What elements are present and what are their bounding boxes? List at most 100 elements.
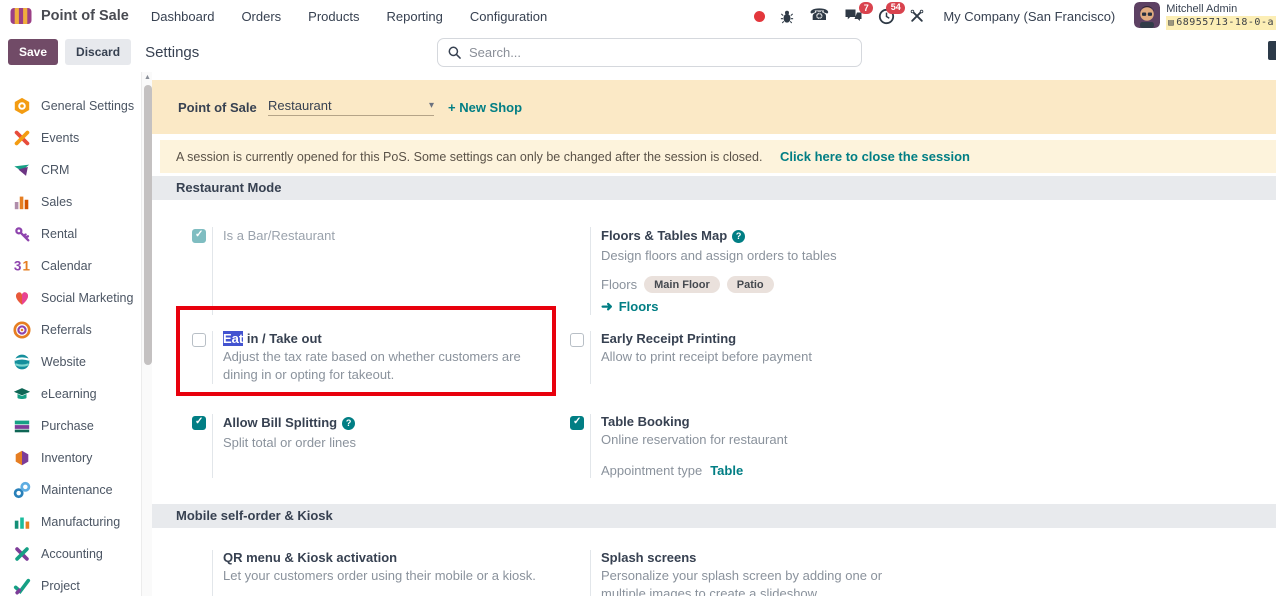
user-menu[interactable]: Mitchell Admin ▤68955713-18-0-a [1134, 2, 1276, 30]
check-icon [13, 577, 31, 595]
is-bar-checkbox [192, 229, 206, 243]
sidebar-item-elearning[interactable]: eLearning [0, 378, 152, 410]
sidebar-scrollbar[interactable]: ▲ [141, 72, 152, 596]
shop-select-value: Restaurant [268, 98, 332, 113]
shop-selector-label: Point of Sale [178, 100, 268, 115]
server-icon: ▤ [1168, 18, 1174, 28]
setting-bill-splitting: Allow Bill Splitting? Split total or ord… [192, 414, 570, 478]
section-header-kiosk: Mobile self-order & Kiosk [152, 504, 1276, 528]
help-icon[interactable]: ? [732, 230, 745, 243]
menu-configuration[interactable]: Configuration [470, 9, 547, 24]
manufacturing-icon [13, 513, 31, 531]
settings-sidebar: General Settings Events CRM Sales Rental… [0, 72, 152, 596]
sidebar-item-purchase[interactable]: Purchase [0, 410, 152, 442]
setting-early-receipt: Early Receipt Printing Allow to print re… [570, 331, 948, 384]
setting-table-booking: Table Booking Online reservation for res… [570, 414, 948, 478]
setting-splash-screens: Splash screens Personalize your splash s… [570, 550, 948, 596]
crm-icon [13, 161, 31, 179]
debug-bug-icon[interactable] [780, 9, 794, 24]
floors-field-label: Floors [601, 277, 637, 292]
svg-text:1: 1 [22, 259, 30, 274]
sidebar-item-accounting[interactable]: Accounting [0, 538, 152, 570]
sidebar-item-website[interactable]: Website [0, 346, 152, 378]
globe-icon [13, 353, 31, 371]
graduation-cap-icon [13, 385, 31, 403]
breadcrumb: Settings [145, 44, 199, 61]
sidebar-item-project[interactable]: Project [0, 570, 152, 596]
early-receipt-checkbox[interactable] [570, 333, 584, 347]
build-info: ▤68955713-18-0-a [1166, 16, 1276, 30]
scrollbar-thumb[interactable] [144, 85, 152, 365]
sidebar-item-sales[interactable]: Sales [0, 186, 152, 218]
pos-app-icon[interactable] [10, 7, 32, 26]
sidebar-item-manufacturing[interactable]: Manufacturing [0, 506, 152, 538]
eat-in-label: Eat in / Take out [223, 331, 570, 346]
sidebar-item-calendar[interactable]: 31 Calendar [0, 250, 152, 282]
hexagon-box-icon [13, 449, 31, 467]
target-icon [13, 321, 31, 339]
session-warning-banner: A session is currently opened for this P… [160, 140, 1276, 173]
voip-phone-icon[interactable]: ☎ [809, 8, 829, 24]
new-shop-button[interactable]: + New Shop [448, 100, 522, 115]
bill-splitting-checkbox[interactable] [192, 416, 206, 430]
sidebar-item-inventory[interactable]: Inventory [0, 442, 152, 474]
early-receipt-desc: Allow to print receipt before payment [601, 348, 948, 366]
svg-text:3: 3 [14, 259, 22, 274]
company-switcher[interactable]: My Company (San Francisco) [943, 9, 1115, 24]
sidebar-item-crm[interactable]: CRM [0, 154, 152, 186]
menu-reporting[interactable]: Reporting [386, 9, 442, 24]
bill-splitting-title: Allow Bill Splitting [223, 415, 337, 430]
save-button[interactable]: Save [8, 39, 58, 65]
main-menu: Dashboard Orders Products Reporting Conf… [151, 9, 547, 24]
app-name[interactable]: Point of Sale [41, 8, 129, 24]
messages-icon[interactable]: 7 [844, 8, 863, 24]
systray: ☎ 7 54 My Company (San Francisco) [744, 2, 1276, 30]
discard-button[interactable]: Discard [65, 39, 131, 65]
shop-select[interactable]: Restaurant ▾ [268, 98, 434, 116]
appointment-type-link[interactable]: Table [710, 463, 743, 478]
table-booking-checkbox[interactable] [570, 416, 584, 430]
is-bar-label: Is a Bar/Restaurant [223, 228, 335, 243]
qr-menu-desc: Let your customers order using their mob… [223, 567, 570, 585]
section-header-restaurant-mode: Restaurant Mode [152, 176, 1276, 200]
setting-qr-menu: QR menu & Kiosk activation Let your cust… [192, 550, 570, 596]
settings-content: Point of Sale Restaurant ▾ + New Shop A … [152, 72, 1276, 596]
sidebar-item-maintenance[interactable]: Maintenance [0, 474, 152, 506]
floor-tag-main-floor[interactable]: Main Floor [644, 276, 720, 293]
setting-floors-tables-map: Floors & Tables Map? Design floors and a… [570, 227, 948, 315]
scroll-up-icon[interactable]: ▲ [143, 74, 152, 81]
purchase-icon [13, 417, 31, 435]
sidebar-item-general-settings[interactable]: General Settings [0, 90, 152, 122]
qr-menu-title: QR menu & Kiosk activation [223, 550, 570, 565]
table-booking-title: Table Booking [601, 414, 948, 429]
menu-orders[interactable]: Orders [241, 9, 281, 24]
help-icon[interactable]: ? [342, 417, 355, 430]
avatar [1134, 2, 1160, 28]
session-warning-text: A session is currently opened for this P… [176, 150, 762, 164]
close-session-link[interactable]: Click here to close the session [780, 149, 970, 164]
control-panel: Save Discard Settings [0, 32, 1276, 72]
sidebar-item-events[interactable]: Events [0, 122, 152, 154]
appointment-type-label: Appointment type [601, 463, 702, 478]
splash-desc: Personalize your splash screen by adding… [601, 567, 923, 596]
recording-indicator-icon [754, 11, 765, 22]
messages-count-badge: 7 [859, 2, 873, 14]
sidebar-item-social-marketing[interactable]: Social Marketing [0, 282, 152, 314]
selected-text: Eat [223, 331, 243, 346]
tools-icon[interactable] [910, 9, 924, 23]
floors-map-desc: Design floors and assign orders to table… [601, 247, 948, 265]
key-icon [13, 225, 31, 243]
table-booking-desc: Online reservation for restaurant [601, 431, 948, 449]
chain-links-icon [13, 481, 31, 499]
floors-link[interactable]: ➜ Floors [601, 298, 948, 315]
floors-map-title: Floors & Tables Map [601, 228, 727, 243]
activities-clock-icon[interactable]: 54 [878, 8, 895, 25]
menu-products[interactable]: Products [308, 9, 359, 24]
menu-dashboard[interactable]: Dashboard [151, 9, 215, 24]
eat-in-checkbox[interactable] [192, 333, 206, 347]
sidebar-item-rental[interactable]: Rental [0, 218, 152, 250]
floor-tag-patio[interactable]: Patio [727, 276, 774, 293]
search-input[interactable] [469, 45, 851, 60]
search-bar[interactable] [437, 38, 862, 67]
sidebar-item-referrals[interactable]: Referrals [0, 314, 152, 346]
